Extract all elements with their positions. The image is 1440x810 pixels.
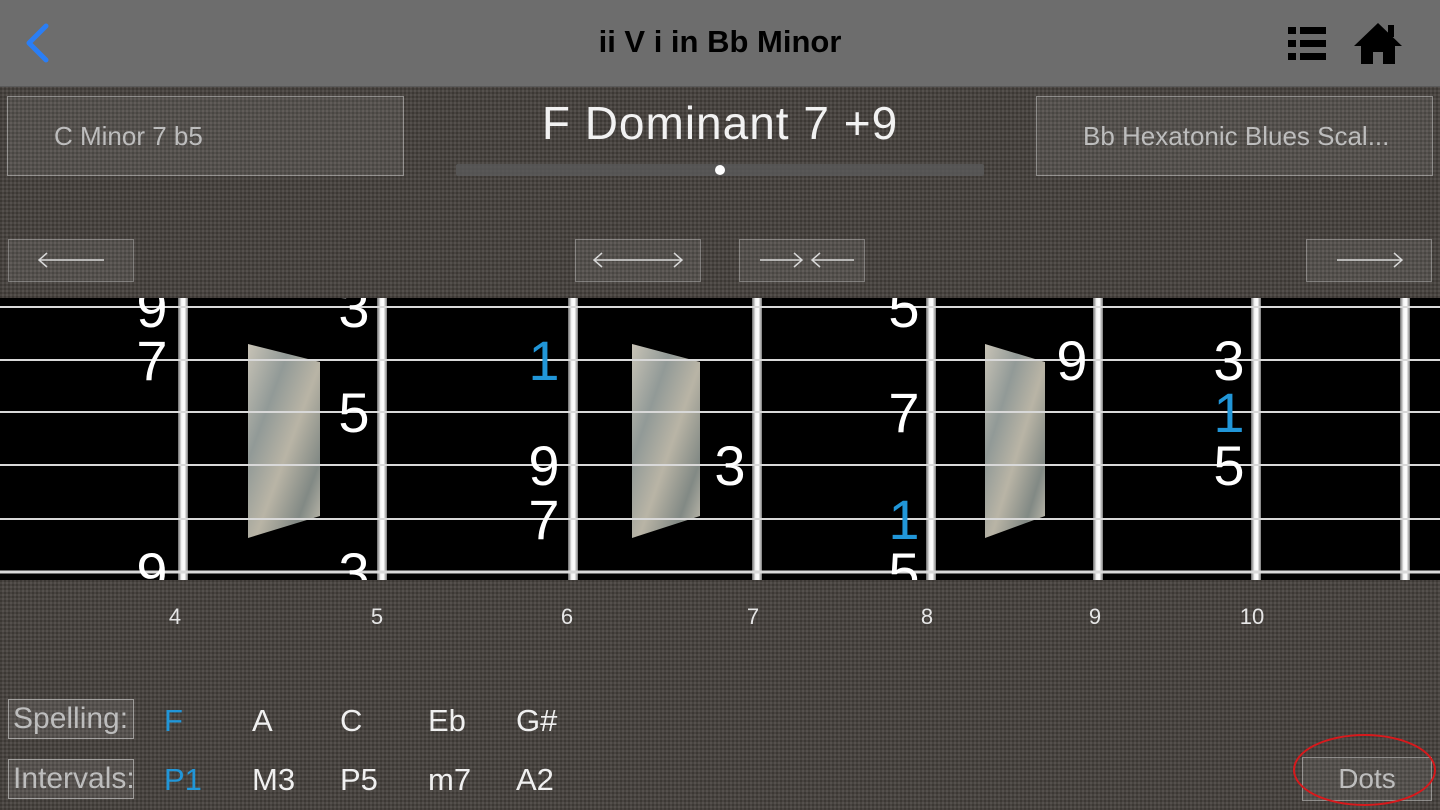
- root-note-label: P1: [164, 762, 202, 797]
- nav-bar: ii V i in Bb Minor: [0, 0, 1440, 87]
- note-label: Eb: [428, 703, 466, 738]
- fret-number: 4: [168, 604, 182, 629]
- fret-number: 8: [920, 604, 934, 629]
- home-button[interactable]: [1352, 20, 1404, 66]
- note-label: C: [340, 703, 363, 738]
- fret-number: 6: [560, 604, 574, 629]
- fret-wire: [1251, 298, 1261, 580]
- fret-wire: [752, 298, 762, 580]
- note-marker[interactable]: 5: [1213, 434, 1244, 497]
- spelling-label: Spelling:: [8, 699, 134, 739]
- note-marker[interactable]: 5: [888, 541, 919, 580]
- contract-button[interactable]: [739, 239, 865, 282]
- fret-wire: [568, 298, 578, 580]
- root-note-marker[interactable]: 1: [528, 329, 559, 392]
- list-icon: [1288, 27, 1326, 60]
- note-marker[interactable]: 5: [338, 381, 369, 444]
- note-label: A: [252, 703, 273, 738]
- fret-wire: [178, 298, 188, 580]
- note-label: M3: [252, 762, 296, 797]
- current-chord-title: F Dominant 7 +9: [541, 97, 899, 149]
- fret-inlay: [985, 344, 1045, 538]
- dots-button[interactable]: Dots: [1302, 757, 1432, 801]
- note-label: m7: [428, 762, 472, 797]
- note-marker[interactable]: 3: [714, 434, 745, 497]
- chord-slider-thumb[interactable]: [715, 165, 725, 175]
- intervals-label: Intervals:: [8, 759, 135, 799]
- previous-chord-button[interactable]: C Minor 7 b5: [7, 96, 404, 176]
- fret-wire: [1093, 298, 1103, 580]
- fret-number: 7: [746, 604, 760, 629]
- note-marker[interactable]: 5: [888, 298, 919, 339]
- note-label: G#: [516, 703, 558, 738]
- note-marker[interactable]: 3: [338, 298, 369, 339]
- next-chord-button[interactable]: Bb Hexatonic Blues Scal...: [1036, 96, 1433, 176]
- arrow-left-icon: [37, 252, 104, 268]
- home-icon: [1354, 23, 1402, 64]
- list-button[interactable]: [1286, 22, 1330, 66]
- fret-wire: [1400, 298, 1410, 580]
- fretboard[interactable]: 979353197357159315: [0, 298, 1440, 580]
- note-marker[interactable]: 7: [888, 381, 919, 444]
- fret-wire: [926, 298, 936, 580]
- page-title: ii V i in Bb Minor: [598, 24, 842, 59]
- fret-inlay: [248, 344, 320, 538]
- expand-button[interactable]: [575, 239, 701, 282]
- fretboard-canvas: 979353197357159 315: [0, 298, 1440, 580]
- fret-wire: [377, 298, 387, 580]
- arrow-expand-icon: [592, 252, 684, 268]
- note-marker[interactable]: 9: [136, 541, 167, 580]
- note-marker[interactable]: 9: [1056, 329, 1087, 392]
- fret-number: 9: [1088, 604, 1102, 629]
- fret-inlay: [632, 344, 700, 538]
- note-marker[interactable]: 7: [136, 329, 167, 392]
- fret-number: 5: [370, 604, 384, 629]
- chord-slider[interactable]: [456, 164, 984, 176]
- note-label: P5: [340, 762, 378, 797]
- shift-left-button[interactable]: [8, 239, 134, 282]
- root-note-label: F: [164, 703, 183, 738]
- arrow-right-icon: [1337, 252, 1404, 268]
- arrow-contract-icon: [760, 252, 854, 268]
- note-marker[interactable]: 3: [338, 541, 369, 580]
- fret-number: 10: [1239, 604, 1265, 629]
- shift-right-button[interactable]: [1306, 239, 1432, 282]
- note-marker[interactable]: 7: [528, 488, 559, 551]
- note-label: A2: [516, 762, 554, 797]
